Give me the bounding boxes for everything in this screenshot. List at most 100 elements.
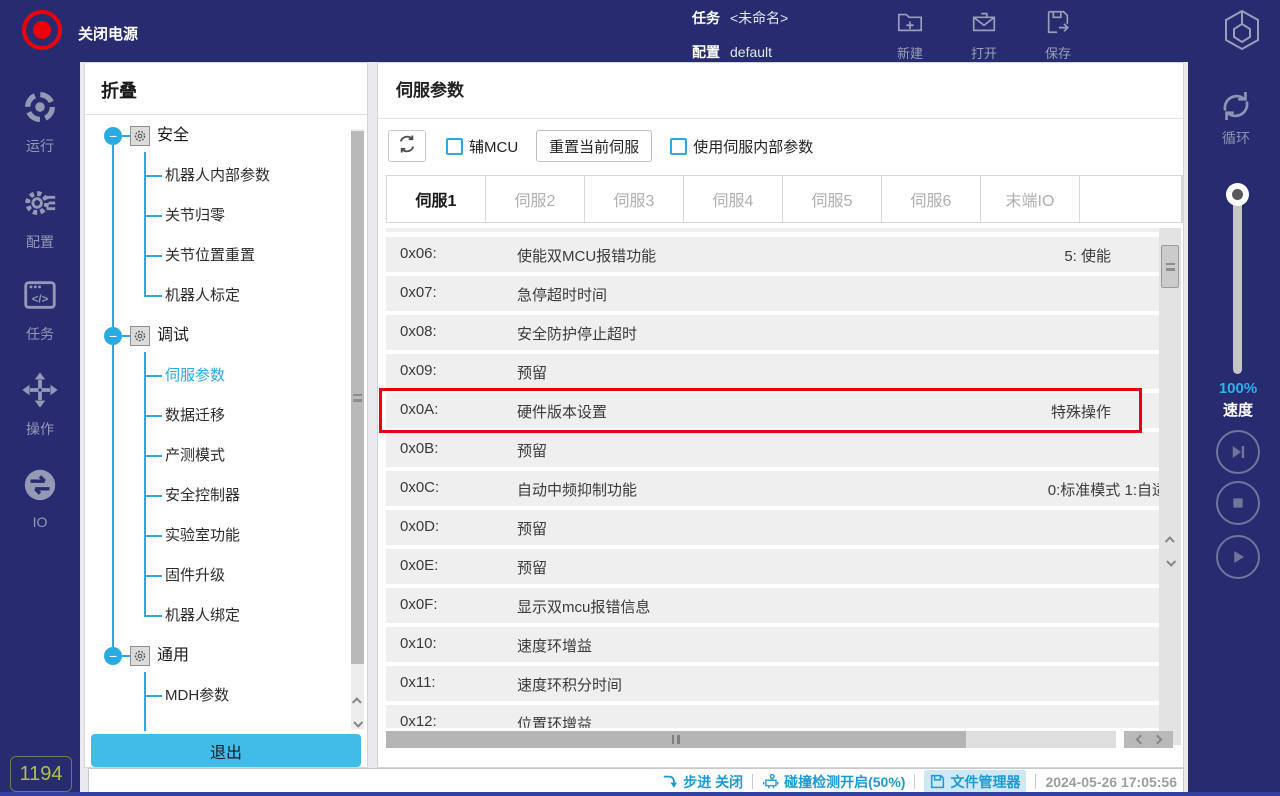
tree-item-robot-binding[interactable]: 机器人绑定 — [165, 605, 240, 627]
tree-branch-line — [144, 352, 146, 617]
sidebar-item-operate[interactable]: 操作 — [0, 371, 80, 439]
tree-item-firmware-upgrade[interactable]: 固件升级 — [165, 565, 225, 587]
io-icon — [21, 466, 59, 509]
tab-servo-5[interactable]: 伺服5 — [783, 176, 882, 222]
table-row[interactable]: 0x0D:预留 — [386, 510, 1159, 545]
tree-item-robot-internal-params[interactable]: 机器人内部参数 — [165, 165, 270, 187]
nav-label: 配置 — [26, 232, 54, 252]
run-icon — [21, 88, 59, 131]
table-row[interactable]: 0x09:预留 — [386, 354, 1159, 389]
open-button[interactable]: 打开 — [970, 8, 998, 62]
tree-item-robot-calibration[interactable]: 机器人标定 — [165, 285, 240, 307]
sidebar-item-run[interactable]: 运行 — [0, 88, 80, 156]
table-row[interactable]: 0x11:速度环积分时间 — [386, 666, 1159, 701]
tree-item-data-migration[interactable]: 数据迁移 — [165, 405, 225, 427]
param-name: 速度环增益 — [517, 635, 592, 656]
table-row[interactable]: 0x0C:自动中频抑制功能0:标准模式 1:自适 — [386, 471, 1159, 506]
tree-scroll-up-button[interactable] — [351, 693, 364, 709]
scroll-right-icon[interactable] — [1152, 735, 1162, 745]
collision-robot-icon — [762, 773, 779, 790]
tree-group-2[interactable]: 调试 — [157, 325, 189, 347]
step-forward-button[interactable] — [1216, 430, 1260, 474]
param-name: 速度环积分时间 — [517, 674, 622, 695]
param-name: 安全防护停止超时 — [517, 323, 637, 344]
table-hscroll-buttons[interactable] — [1124, 731, 1173, 748]
tab-servo-2[interactable]: 伺服2 — [486, 176, 585, 222]
tree-collapse-toggle[interactable]: − — [104, 127, 122, 145]
tree-item-production-test-mode[interactable]: 产测模式 — [165, 445, 225, 467]
table-vertical-scrollbar[interactable] — [1159, 228, 1181, 745]
table-row[interactable]: 0x10:速度环增益 — [386, 627, 1159, 662]
tree-item-safety-controller[interactable]: 安全控制器 — [165, 485, 240, 507]
table-horizontal-scrollbar[interactable] — [386, 731, 1116, 748]
status-badge: 1194 — [10, 756, 72, 792]
stop-button[interactable] — [1216, 481, 1260, 525]
param-address: 0x06: — [400, 245, 437, 262]
speed-slider-knob[interactable] — [1226, 183, 1249, 206]
collision-detection-status[interactable]: 碰撞检测开启(50%) — [762, 772, 905, 792]
sidebar-item-config[interactable]: 配置 — [0, 184, 80, 252]
tab-servo-3[interactable]: 伺服3 — [585, 176, 684, 222]
scroll-left-icon[interactable] — [1135, 735, 1145, 745]
file-manager-button[interactable]: 文件管理器 — [924, 770, 1026, 794]
tree-item-lab-functions[interactable]: 实验室功能 — [165, 525, 240, 547]
tab-servo-6[interactable]: 伺服6 — [882, 176, 981, 222]
tab-end-io[interactable]: 末端IO — [981, 176, 1080, 222]
file-manager-icon — [930, 774, 945, 789]
param-name: 显示双mcu报错信息 — [517, 596, 650, 617]
table-row[interactable]: 0x08:安全防护停止超时 — [386, 315, 1159, 350]
nav-label: 操作 — [26, 419, 54, 439]
tree-group-1[interactable]: 安全 — [157, 125, 189, 147]
step-mode-status[interactable]: 步进 关闭 — [662, 772, 743, 792]
table-row[interactable]: 0x07:急停超时时间 — [386, 276, 1159, 311]
speed-percent: 100% — [1188, 380, 1280, 397]
tree-group-3[interactable]: 通用 — [157, 645, 189, 667]
new-button[interactable]: 新建 — [896, 8, 924, 62]
reset-current-servo-button[interactable]: 重置当前伺服 — [536, 130, 652, 162]
aux-mcu-checkbox[interactable] — [446, 138, 463, 155]
table-scroll-down-button[interactable] — [1159, 553, 1181, 571]
table-vscroll-handle[interactable] — [1161, 245, 1179, 288]
tree-item-joint-position-reset[interactable]: 关节位置重置 — [165, 245, 255, 267]
tree-item-joint-zeroing[interactable]: 关节归零 — [165, 205, 225, 227]
table-hscroll-handle[interactable] — [386, 731, 966, 748]
tree-item-servo-params[interactable]: 伺服参数 — [165, 365, 225, 387]
tree-collapse-toggle[interactable]: − — [104, 327, 122, 345]
table-row[interactable]: 0x06:使能双MCU报错功能5: 使能 — [386, 237, 1159, 272]
exit-button[interactable]: 退出 — [91, 734, 361, 767]
tab-servo-4[interactable]: 伺服4 — [684, 176, 783, 222]
task-label: 任务 — [692, 10, 720, 26]
divider — [914, 774, 915, 789]
param-address: 0x09: — [400, 362, 437, 379]
param-name: 预留 — [517, 440, 547, 461]
sidebar-item-task[interactable]: </>任务 — [0, 276, 80, 344]
tree-collapse-toggle[interactable]: − — [104, 647, 122, 665]
tree-scroll-down-button[interactable] — [351, 715, 364, 731]
table-row[interactable]: 0x12:位置环增益 — [386, 705, 1159, 728]
servo-tabs: 伺服1伺服2伺服3伺服4伺服5伺服6末端IO — [386, 175, 1183, 223]
nav-label: IO — [33, 514, 48, 530]
tree-scrollbar-handle[interactable] — [351, 131, 364, 664]
save-button[interactable]: 保存 — [1044, 8, 1072, 62]
tab-servo-1[interactable]: 伺服1 — [387, 176, 486, 222]
cycle-label: 循环 — [1188, 128, 1280, 148]
table-row[interactable]: 0x0F:显示双mcu报错信息 — [386, 588, 1159, 623]
power-off-icon[interactable] — [22, 10, 62, 50]
play-button[interactable] — [1216, 535, 1260, 579]
use-internal-params-checkbox[interactable] — [670, 138, 687, 155]
power-off-label: 关闭电源 — [78, 23, 138, 44]
tree-item-mdh-params[interactable]: MDH参数 — [165, 685, 229, 707]
step-forward-icon — [1229, 443, 1247, 461]
cycle-icon[interactable] — [1218, 88, 1254, 129]
table-row[interactable]: 0x0B:预留 — [386, 432, 1159, 467]
table-row[interactable]: 0x0A:硬件版本设置特殊操作 — [386, 393, 1159, 428]
sidebar-item-io[interactable]: IO — [0, 466, 80, 530]
config-icon — [21, 184, 59, 227]
partial-row — [386, 228, 1159, 232]
refresh-button[interactable] — [388, 130, 426, 162]
speed-slider-track[interactable] — [1233, 194, 1242, 374]
param-address: 0x0E: — [400, 557, 438, 574]
table-scroll-up-button[interactable] — [1159, 531, 1181, 549]
tree-scrollbar[interactable] — [351, 129, 364, 729]
table-row[interactable]: 0x0E:预留 — [386, 549, 1159, 584]
